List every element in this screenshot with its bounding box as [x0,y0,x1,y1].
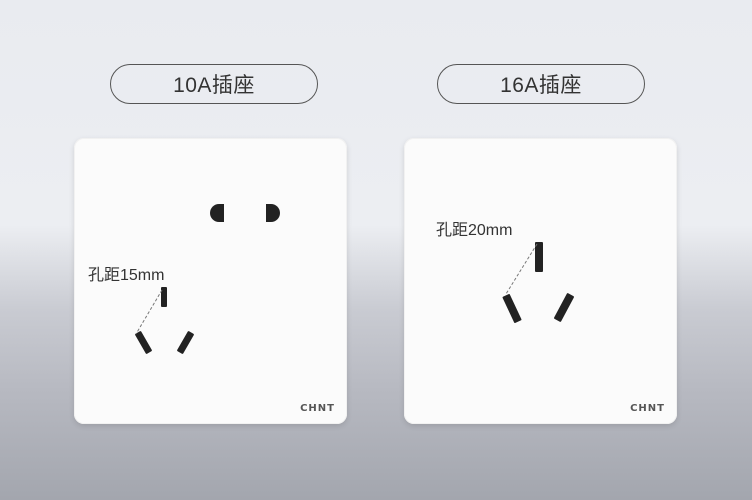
hole-distance-line [135,289,163,335]
two-pin-right-hole [266,204,280,222]
two-pin-left-hole [210,204,224,222]
three-pin-right-hole [177,331,194,354]
socket-title-16a: 16A插座 [437,64,645,104]
socket-panel-16a: 孔距20mm CHNT [404,138,677,424]
three-pin-left-hole [135,331,152,354]
hole-distance-label: 孔距15mm [88,267,165,284]
three-pin-right-hole [554,293,574,322]
hole-distance-line [505,243,538,295]
socket-title-10a: 10A插座 [110,64,318,104]
socket-panel-10a: 孔距15mm CHNT [74,138,347,424]
three-pin-top-hole [535,242,543,272]
hole-distance-label: 孔距20mm [436,222,513,239]
socket-face-16a [502,242,574,324]
three-pin-left-hole [502,293,522,324]
brand-logo: CHNT [630,403,665,414]
brand-logo: CHNT [300,403,335,414]
